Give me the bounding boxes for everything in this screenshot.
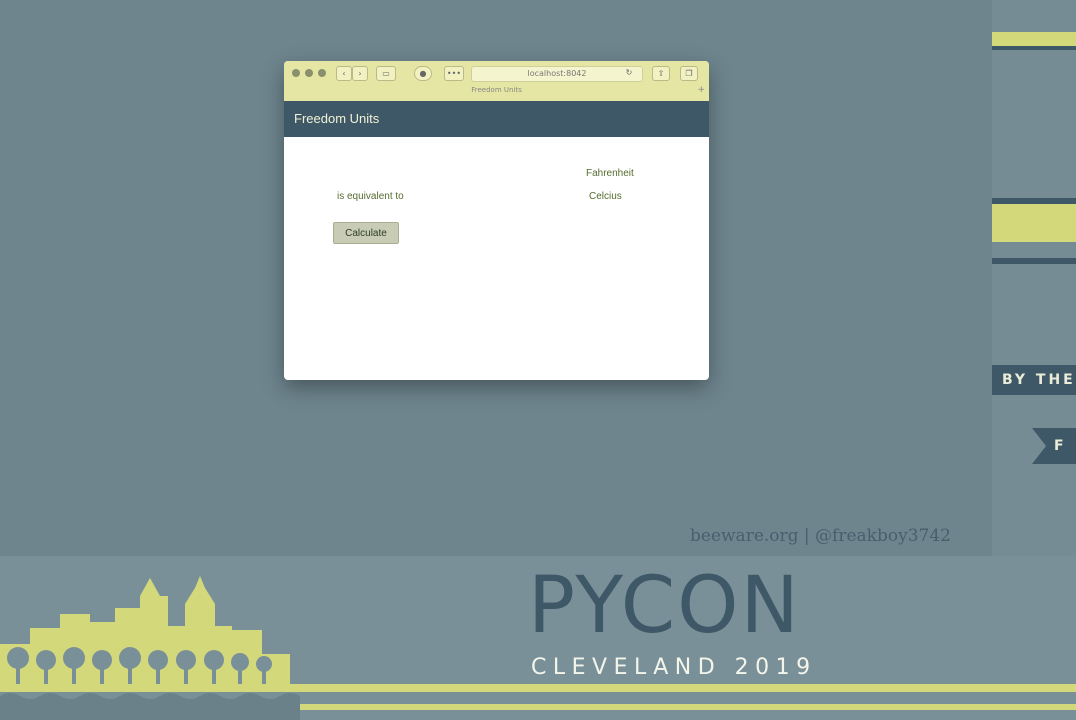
accent-bar <box>992 258 1076 264</box>
calculate-button[interactable]: Calculate <box>333 222 399 244</box>
tab-title[interactable]: Freedom Units <box>284 86 709 94</box>
celsius-output <box>424 189 576 205</box>
pycon-title: PYCON <box>528 561 801 651</box>
side-banner-text: BY THE <box>992 365 1076 395</box>
more-icon[interactable]: ••• <box>444 66 464 81</box>
credit-text: beeware.org | @freakboy3742 <box>690 526 951 546</box>
pycon-subtitle: CLEVELAND 2019 <box>531 655 817 680</box>
url-bar[interactable]: localhost:8042 <box>471 66 643 82</box>
app-title: Freedom Units <box>284 101 709 137</box>
forward-icon[interactable]: › <box>352 66 368 81</box>
celsius-label: Celcius <box>589 191 622 202</box>
browser-toolbar: ‹ › ▭ ● ••• localhost:8042 ↻ ⇧ ❐ Freedom… <box>284 61 709 102</box>
equivalent-label: is equivalent to <box>337 191 404 202</box>
new-tab-icon[interactable]: + <box>697 85 705 95</box>
back-icon[interactable]: ‹ <box>336 66 352 81</box>
accent-bar <box>992 32 1076 46</box>
fahrenheit-label: Fahrenheit <box>586 168 634 179</box>
browser-window: ‹ › ▭ ● ••• localhost:8042 ↻ ⇧ ❐ Freedom… <box>284 61 709 380</box>
share-icon[interactable]: ⇧ <box>652 66 670 81</box>
side-ribbon: F <box>1032 428 1076 464</box>
minimize-window-icon[interactable] <box>305 69 313 77</box>
sidebar-icon[interactable]: ▭ <box>376 66 396 81</box>
close-window-icon[interactable] <box>292 69 300 77</box>
tabs-icon[interactable]: ❐ <box>680 66 698 81</box>
next-slide-preview: BY THE F <box>992 0 1076 556</box>
extension-icon[interactable]: ● <box>414 66 432 81</box>
accent-bar <box>992 204 1076 242</box>
reload-icon[interactable]: ↻ <box>624 68 634 78</box>
fahrenheit-input[interactable] <box>336 166 568 182</box>
zoom-window-icon[interactable] <box>318 69 326 77</box>
accent-bar <box>992 46 1076 50</box>
